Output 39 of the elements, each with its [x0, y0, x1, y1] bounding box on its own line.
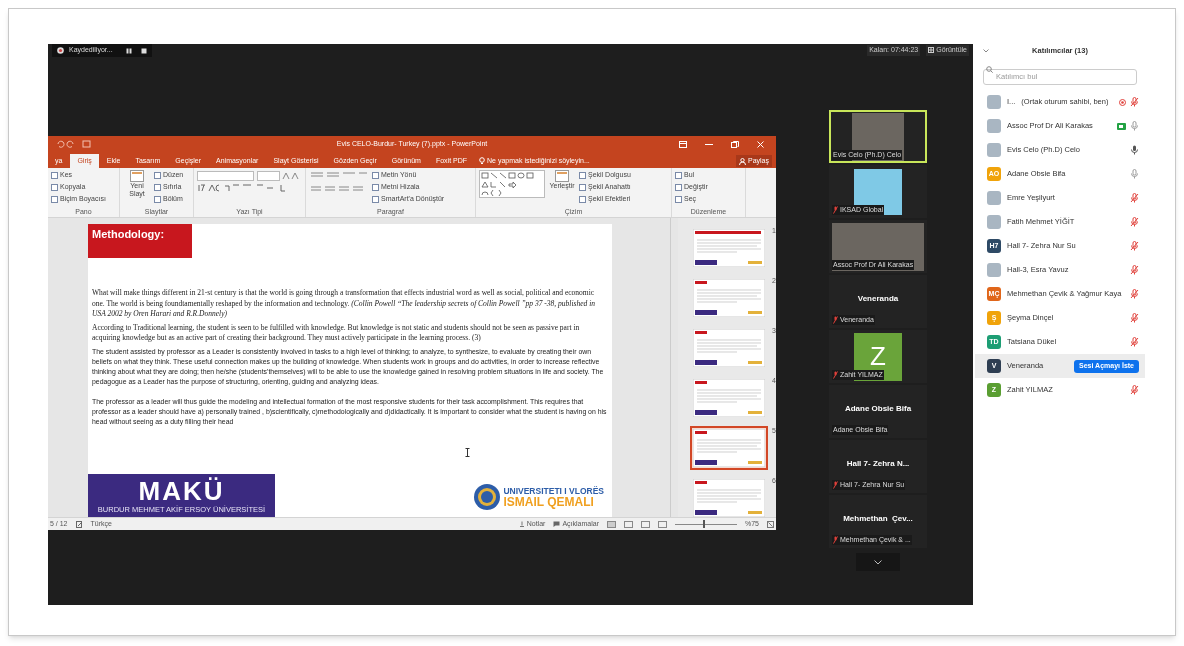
participant-display-name: Adane Obsie Bifa — [844, 402, 912, 415]
avatar-placeholder — [987, 95, 1001, 109]
slider-thumb[interactable] — [702, 520, 705, 528]
reading-view-icon[interactable] — [641, 520, 650, 528]
normal-view-icon[interactable] — [607, 520, 616, 528]
collapse-icon[interactable] — [983, 49, 989, 53]
fit-to-window-icon[interactable] — [767, 520, 774, 528]
avatar-placeholder — [987, 143, 1001, 157]
avatar-placeholder — [987, 263, 1001, 277]
grid-icon — [928, 47, 935, 54]
participant-display-name: Hall 7- Zehra N... — [846, 457, 910, 470]
university-seal-icon — [473, 483, 502, 511]
person-icon — [739, 157, 746, 165]
ribbon-display-icon[interactable] — [679, 140, 687, 148]
proofing-icon[interactable] — [75, 520, 83, 528]
slide-title: Methodology: — [88, 224, 192, 258]
zoom-slider[interactable] — [675, 520, 737, 528]
chevron-down-icon — [874, 559, 882, 565]
record-icon — [57, 47, 64, 54]
slide-thumbnail[interactable] — [690, 426, 768, 470]
avatar-placeholder — [987, 119, 1001, 133]
logo-lower-text: ISMAIL QEMALI — [503, 495, 595, 509]
logo-upper-text: UNIVERSITETI I VLORËS — [503, 485, 604, 496]
avatar-placeholder — [987, 191, 1001, 205]
text-cursor-icon — [465, 448, 470, 457]
participant-display-name: Veneranda — [857, 292, 899, 305]
avatar-placeholder — [987, 215, 1001, 229]
slide-sorter-icon[interactable] — [624, 520, 633, 528]
participant-display-name: Mehmethan Çev... — [843, 512, 913, 525]
logo-wordmark: MAKÜ — [138, 477, 225, 505]
pause-icon[interactable] — [125, 47, 132, 54]
slideshow-icon[interactable] — [658, 520, 667, 528]
restore-icon[interactable] — [731, 140, 739, 148]
search-icon — [986, 66, 993, 73]
comment-icon — [553, 521, 561, 527]
lightbulb-icon — [479, 157, 486, 165]
stop-icon[interactable] — [140, 47, 147, 54]
notes-icon — [518, 521, 525, 527]
close-icon[interactable] — [757, 140, 764, 148]
